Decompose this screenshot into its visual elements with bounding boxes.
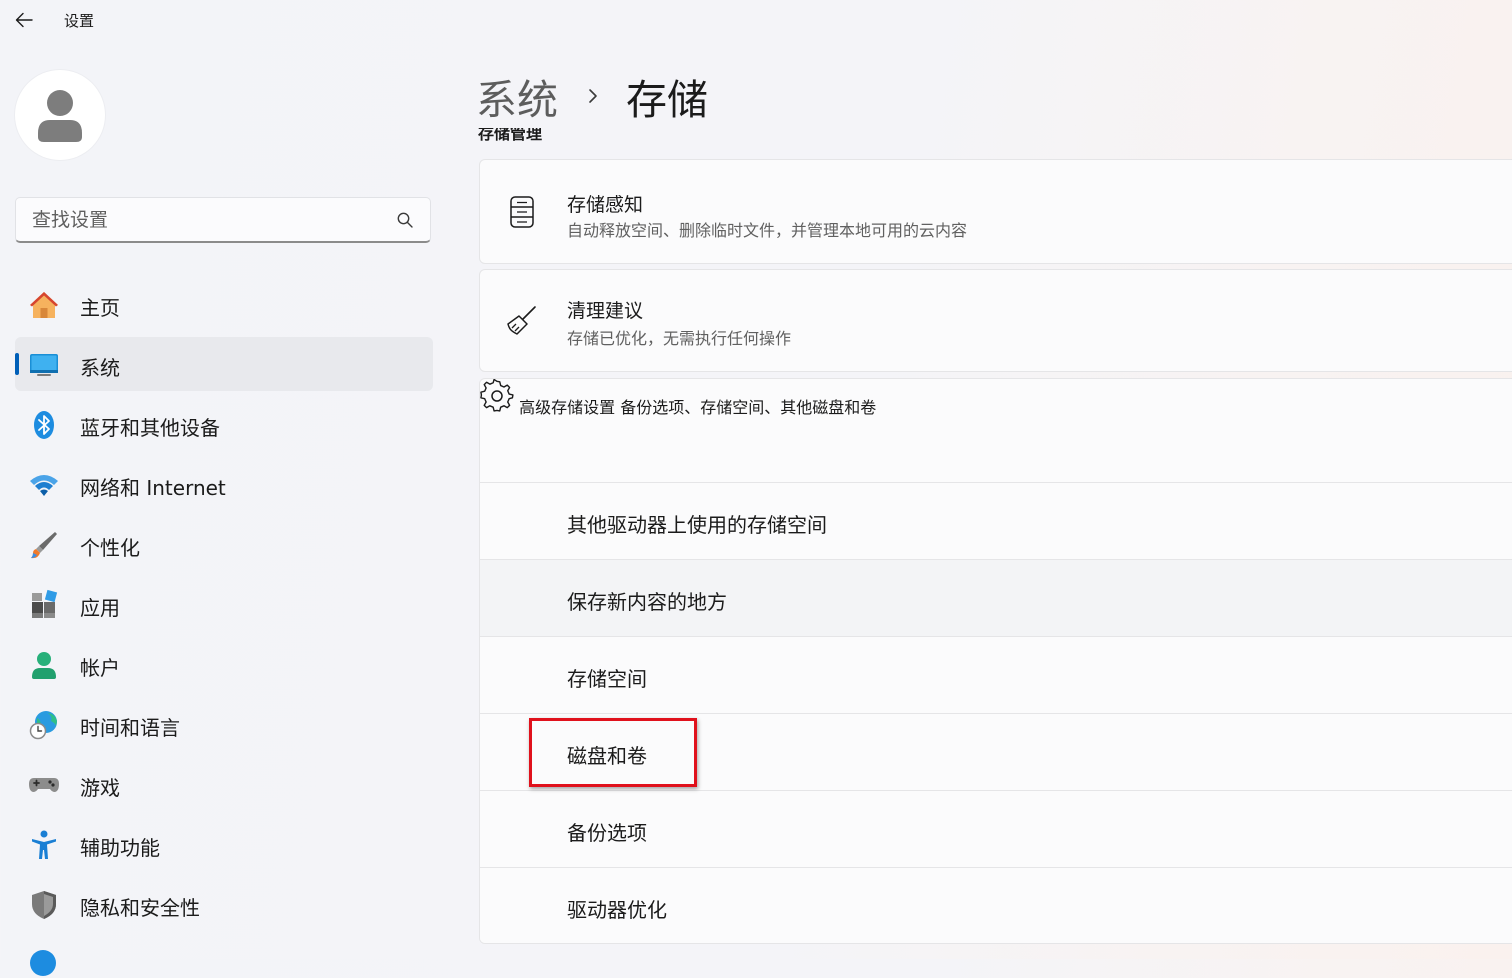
sidebar-item-personalization[interactable]: 个性化 <box>15 517 433 571</box>
row-label: 存储空间 <box>567 667 647 691</box>
sidebar-item-gaming[interactable]: 游戏 <box>15 757 433 811</box>
row-label: 驱动器优化 <box>567 898 667 922</box>
backup-options-row[interactable]: 备份选项 <box>480 791 1512 868</box>
user-icon <box>38 90 82 142</box>
sidebar-item-label: 主页 <box>80 296 120 320</box>
sidebar-item-label: 辅助功能 <box>80 836 160 860</box>
search-input[interactable] <box>30 206 384 234</box>
card-title: 高级存储设置 <box>519 398 616 417</box>
wifi-icon <box>28 469 60 501</box>
app-title: 设置 <box>64 12 95 30</box>
broom-icon <box>504 303 540 339</box>
chevron-right-icon <box>578 81 608 111</box>
search-box[interactable] <box>15 197 431 243</box>
card-description: 自动释放空间、删除临时文件，并管理本地可用的云内容 <box>567 221 968 240</box>
card-description: 存储已优化，无需执行任何操作 <box>567 329 792 348</box>
sidebar-item-label: 时间和语言 <box>80 716 180 740</box>
sidebar-item-label: 网络和 Internet <box>80 476 226 500</box>
sidebar-nav: 主页 系统 蓝牙和其他设备 网络和 Internet 个性化 应用 帐户 时间和… <box>15 277 433 937</box>
back-button[interactable] <box>10 6 38 34</box>
drive-optimization-row[interactable]: 驱动器优化 <box>480 868 1512 943</box>
sidebar-item-network[interactable]: 网络和 Internet <box>15 457 433 511</box>
gamepad-icon <box>28 769 60 801</box>
storage-used-other-drives-row[interactable]: 其他驱动器上使用的存储空间 <box>480 483 1512 560</box>
sidebar-item-apps[interactable]: 应用 <box>15 577 433 631</box>
sidebar-item-label: 帐户 <box>80 656 120 680</box>
storage-drive-icon <box>504 194 540 230</box>
cleanup-recommendations-card[interactable]: 清理建议 存储已优化，无需执行任何操作 <box>479 269 1512 372</box>
active-indicator <box>15 353 19 375</box>
globe-clock-icon <box>28 709 60 741</box>
windows-update-icon[interactable] <box>28 948 58 978</box>
storage-spaces-row[interactable]: 存储空间 <box>480 637 1512 714</box>
brush-icon <box>28 529 60 561</box>
sidebar-item-label: 应用 <box>80 596 120 620</box>
row-label: 其他驱动器上使用的存储空间 <box>567 513 827 537</box>
title-bar: 设置 <box>0 0 1512 40</box>
sidebar-item-accessibility[interactable]: 辅助功能 <box>15 817 433 871</box>
sidebar-item-system[interactable]: 系统 <box>15 337 433 391</box>
row-label: 备份选项 <box>567 821 647 845</box>
sidebar-item-accounts[interactable]: 帐户 <box>15 637 433 691</box>
breadcrumb: 系统 存储 <box>476 66 708 126</box>
sidebar-item-label: 蓝牙和其他设备 <box>80 416 220 440</box>
row-label: 保存新内容的地方 <box>567 590 727 614</box>
sidebar-item-label: 隐私和安全性 <box>80 896 200 920</box>
storage-sense-card[interactable]: 存储感知 自动释放空间、删除临时文件，并管理本地可用的云内容 <box>479 159 1512 264</box>
back-arrow-icon <box>15 12 33 28</box>
shield-icon <box>28 889 60 921</box>
section-header-clip: 存储管理 <box>478 128 678 144</box>
page-title: 存储 <box>626 76 708 124</box>
card-title: 存储感知 <box>567 194 644 216</box>
search-icon[interactable] <box>396 211 414 229</box>
sidebar-item-label: 个性化 <box>80 536 140 560</box>
home-icon <box>28 289 60 321</box>
sidebar-item-time-language[interactable]: 时间和语言 <box>15 697 433 751</box>
where-new-content-saved-row[interactable]: 保存新内容的地方 <box>480 560 1512 637</box>
section-title: 存储管理 <box>478 128 543 143</box>
bluetooth-icon <box>28 409 60 441</box>
sidebar-item-home[interactable]: 主页 <box>15 277 433 331</box>
sidebar-item-privacy[interactable]: 隐私和安全性 <box>15 877 433 931</box>
accessibility-icon <box>28 829 60 861</box>
card-description: 备份选项、存储空间、其他磁盘和卷 <box>620 398 877 417</box>
sidebar-item-label: 游戏 <box>80 776 120 800</box>
gear-icon <box>480 379 519 417</box>
card-title: 清理建议 <box>567 300 644 322</box>
disks-and-volumes-row[interactable]: 磁盘和卷 <box>480 714 1512 791</box>
system-icon <box>28 349 60 381</box>
advanced-storage-group: 高级存储设置 备份选项、存储空间、其他磁盘和卷 其他驱动器上使用的存储空间 保存… <box>479 378 1512 944</box>
apps-icon <box>28 589 60 621</box>
sidebar-item-label: 系统 <box>80 356 120 380</box>
breadcrumb-parent[interactable]: 系统 <box>476 66 558 126</box>
advanced-storage-header[interactable]: 高级存储设置 备份选项、存储空间、其他磁盘和卷 <box>480 379 1512 483</box>
avatar[interactable] <box>15 70 105 160</box>
row-label: 磁盘和卷 <box>567 744 647 768</box>
account-icon <box>28 649 60 681</box>
sidebar-item-bluetooth[interactable]: 蓝牙和其他设备 <box>15 397 433 451</box>
